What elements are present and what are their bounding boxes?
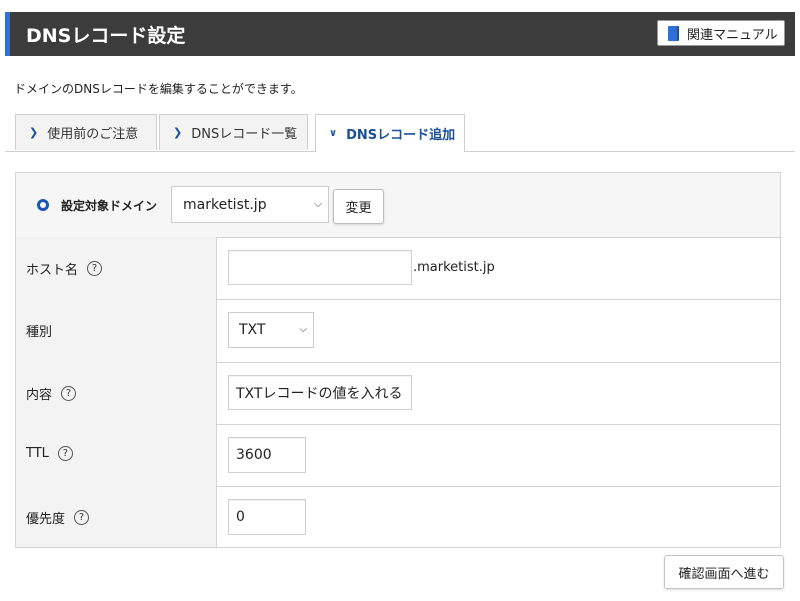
host-domain-suffix: .marketist.jp [413, 260, 495, 275]
content-label-text: 内容 [26, 388, 53, 403]
domain-select-value: marketist.jp [183, 196, 267, 213]
related-manual-button[interactable]: 関連マニュアル [657, 20, 785, 46]
chevron-down-icon: ⌵ [314, 199, 322, 210]
help-icon[interactable]: ? [74, 510, 90, 525]
content-label-cell: 内容 ? [16, 362, 217, 424]
chevron-down-icon: ⌵ [299, 324, 307, 335]
record-type-value: TXT [239, 322, 266, 338]
ttl-label-cell: TTL ? [16, 424, 217, 486]
content-input[interactable]: TXTレコードの値を入れる [228, 375, 412, 410]
tab-label: 使用前のご注意 [47, 127, 139, 142]
help-icon[interactable]: ? [61, 386, 77, 401]
type-label: 種別 [26, 321, 52, 340]
record-type-select[interactable]: TXT ⌵ [228, 312, 314, 348]
page-description: ドメインのDNSレコードを編集することができます。 [14, 82, 303, 96]
host-label-cell: ホスト名 ? [16, 237, 217, 299]
priority-label: 優先度 ? [26, 508, 90, 527]
proceed-to-confirm-button[interactable]: 確認画面へ進む [664, 555, 784, 589]
page-header: DNSレコード設定 関連マニュアル [5, 12, 795, 56]
dns-record-form: 設定対象ドメイン marketist.jp ⌵ 変更 ホスト名 ? .marke… [15, 172, 781, 548]
priority-row: 優先度 ? 0 [16, 486, 780, 547]
content-label: 内容 ? [26, 384, 77, 403]
tab-label: DNSレコード追加 [346, 128, 456, 143]
radio-selected-icon [37, 199, 49, 211]
chevron-right-icon: ❯ [29, 126, 39, 139]
page-title: DNSレコード設定 [26, 25, 186, 47]
ttl-label: TTL ? [26, 446, 73, 461]
host-label-text: ホスト名 [26, 263, 79, 278]
host-label: ホスト名 ? [26, 259, 103, 278]
type-row: 種別 TXT ⌵ [16, 299, 780, 363]
tab-dns-record-add[interactable]: ∨ DNSレコード追加 [315, 114, 465, 152]
priority-label-cell: 優先度 ? [16, 486, 217, 547]
content-row: 内容 ? TXTレコードの値を入れる [16, 362, 780, 425]
host-row: ホスト名 ? .marketist.jp [16, 237, 780, 300]
tab-usage-notes[interactable]: ❯ 使用前のご注意 [15, 114, 157, 150]
type-label-text: 種別 [26, 325, 53, 340]
related-manual-label: 関連マニュアル [687, 27, 778, 43]
priority-input[interactable]: 0 [228, 499, 306, 535]
domain-label: 設定対象ドメイン [61, 199, 158, 213]
ttl-label-text: TTL [26, 446, 49, 461]
ttl-row: TTL ? 3600 [16, 424, 780, 487]
change-domain-button[interactable]: 変更 [333, 189, 384, 224]
chevron-down-icon: ∨ [329, 128, 338, 139]
ttl-input[interactable]: 3600 [228, 437, 306, 473]
type-label-cell: 種別 [16, 299, 217, 362]
domain-select[interactable]: marketist.jp ⌵ [171, 186, 329, 223]
help-icon[interactable]: ? [87, 261, 103, 276]
help-icon[interactable]: ? [57, 446, 73, 461]
tab-bar: ❯ 使用前のご注意 ❯ DNSレコード一覧 ∨ DNSレコード追加 [5, 114, 795, 152]
host-input[interactable] [228, 250, 412, 285]
domain-row: 設定対象ドメイン marketist.jp ⌵ 変更 [16, 173, 780, 238]
tab-dns-record-list[interactable]: ❯ DNSレコード一覧 [159, 114, 308, 150]
tab-label: DNSレコード一覧 [191, 127, 298, 142]
priority-label-text: 優先度 [26, 512, 66, 527]
book-icon [668, 25, 679, 41]
chevron-right-icon: ❯ [173, 126, 183, 139]
